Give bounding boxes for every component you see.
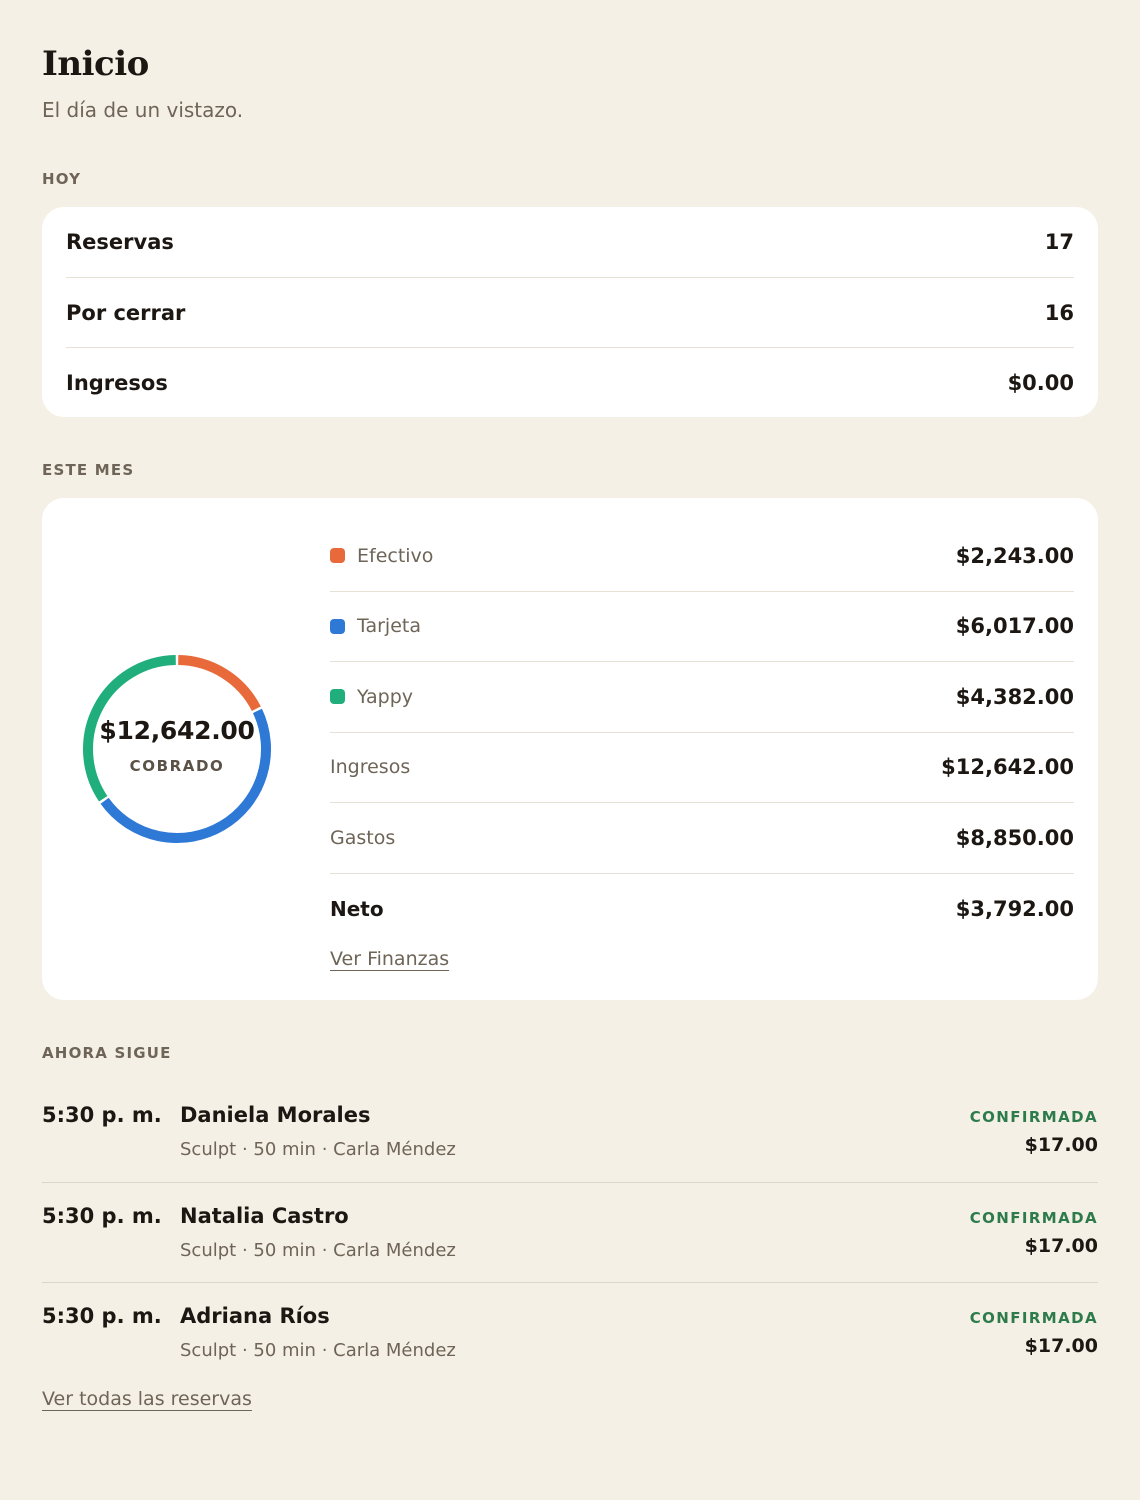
appointment-row[interactable]: 5:30 p. m. Natalia Castro Sculpt · 50 mi…: [42, 1183, 1098, 1283]
finance-row-yappy: Yappy $4,382.00: [330, 662, 1074, 733]
page-title: Inicio: [42, 44, 149, 84]
finance-row-value: $8,850.00: [955, 825, 1074, 850]
finance-row-left: Efectivo: [330, 545, 433, 567]
finance-row-left: Tarjeta: [330, 615, 421, 637]
legend-dot-efectivo: [330, 548, 345, 564]
appointment-instructor: Carla Méndez: [333, 1340, 456, 1361]
donut-chart: $12,642.00 COBRADO: [72, 644, 282, 854]
appointment-duration: 50 min: [253, 1239, 316, 1261]
finance-row-label: Yappy: [357, 685, 413, 708]
finance-row-label: Neto: [330, 896, 384, 921]
page-subtitle: El día de un vistazo.: [42, 98, 244, 122]
today-row-por-cerrar: Por cerrar 16: [66, 277, 1074, 347]
appointment-service: Sculpt: [180, 1340, 237, 1361]
appointment-time: 5:30 p. m.: [42, 1304, 162, 1328]
status-badge: CONFIRMADA: [969, 1108, 1098, 1126]
appointment-client: Natalia Castro: [180, 1203, 349, 1228]
appointment-instructor: Carla Méndez: [333, 1139, 456, 1160]
finance-row-label: Efectivo: [357, 544, 434, 567]
finance-row-neto: Neto $3,792.00: [330, 874, 1074, 945]
finance-row-left: Yappy: [330, 686, 413, 708]
finance-row-gastos: Gastos $8,850.00: [330, 803, 1074, 874]
today-card: Reservas 17 Por cerrar 16 Ingresos $0.00: [42, 207, 1098, 417]
finance-row-tarjeta: Tarjeta $6,017.00: [330, 592, 1074, 662]
today-row-label: Reservas: [66, 230, 174, 254]
appointment-price: $17.00: [1024, 1335, 1098, 1357]
ver-finanzas-link[interactable]: Ver Finanzas: [330, 948, 449, 970]
appointment-time: 5:30 p. m.: [42, 1203, 162, 1228]
today-row-label: Ingresos: [66, 370, 168, 395]
finance-row-value: $12,642.00: [941, 755, 1074, 780]
ver-todas-reservas-link[interactable]: Ver todas las reservas: [42, 1388, 252, 1410]
legend-dot-yappy: [330, 689, 345, 705]
finance-row-value: $3,792.00: [955, 896, 1074, 921]
legend-dot-tarjeta: [330, 618, 345, 634]
appointment-duration: 50 min: [253, 1340, 316, 1361]
section-label-today: HOY: [42, 170, 82, 188]
appointment-client: Daniela Morales: [180, 1103, 371, 1127]
appointment-time: 5:30 p. m.: [42, 1103, 162, 1127]
finance-row-value: $6,017.00: [955, 614, 1074, 639]
appointment-instructor: Carla Méndez: [333, 1239, 456, 1261]
donut-total: $12,642.00: [99, 716, 255, 745]
appointment-meta: Sculpt · 50 min · Carla Méndez: [180, 1340, 456, 1361]
section-label-next: AHORA SIGUE: [42, 1044, 172, 1062]
status-badge: CONFIRMADA: [969, 1208, 1098, 1227]
donut-caption: COBRADO: [129, 757, 225, 775]
finance-row-value: $4,382.00: [955, 684, 1074, 709]
appointment-row[interactable]: 5:30 p. m. Daniela Morales Sculpt · 50 m…: [42, 1082, 1098, 1183]
appointment-duration: 50 min: [253, 1139, 316, 1160]
today-row-reservas: Reservas 17: [66, 207, 1074, 277]
appointment-client: Adriana Ríos: [180, 1304, 330, 1328]
appointment-meta: Sculpt · 50 min · Carla Méndez: [180, 1139, 456, 1160]
finance-list: Efectivo $2,243.00 Tarjeta $6,017.00 Yap…: [330, 521, 1074, 944]
finance-row-ingresos: Ingresos $12,642.00: [330, 733, 1074, 803]
finance-row-label: Tarjeta: [357, 615, 421, 638]
appointment-service: Sculpt: [180, 1239, 237, 1261]
section-label-month: ESTE MES: [42, 461, 135, 479]
finance-row-label: Ingresos: [330, 756, 411, 779]
finance-row-efectivo: Efectivo $2,243.00: [330, 521, 1074, 592]
appointment-row[interactable]: 5:30 p. m. Adriana Ríos Sculpt · 50 min …: [42, 1283, 1098, 1384]
today-row-label: Por cerrar: [66, 300, 186, 325]
appointment-meta: Sculpt · 50 min · Carla Méndez: [180, 1239, 456, 1261]
donut-svg: [83, 655, 271, 843]
appointment-service: Sculpt: [180, 1139, 237, 1160]
appointment-price: $17.00: [1024, 1234, 1098, 1257]
today-row-value: $0.00: [1007, 370, 1074, 395]
finance-row-label: Gastos: [330, 826, 396, 849]
status-badge: CONFIRMADA: [969, 1309, 1098, 1327]
appointment-list: 5:30 p. m. Daniela Morales Sculpt · 50 m…: [42, 1082, 1098, 1384]
finance-row-value: $2,243.00: [955, 543, 1074, 568]
today-row-ingresos: Ingresos $0.00: [66, 347, 1074, 417]
appointment-price: $17.00: [1024, 1134, 1098, 1156]
donut-slice-efectivo: [178, 655, 261, 712]
today-row-value: 17: [1044, 230, 1074, 254]
month-card: $12,642.00 COBRADO Efectivo $2,243.00 Ta…: [42, 498, 1098, 1000]
today-row-value: 16: [1044, 300, 1074, 325]
